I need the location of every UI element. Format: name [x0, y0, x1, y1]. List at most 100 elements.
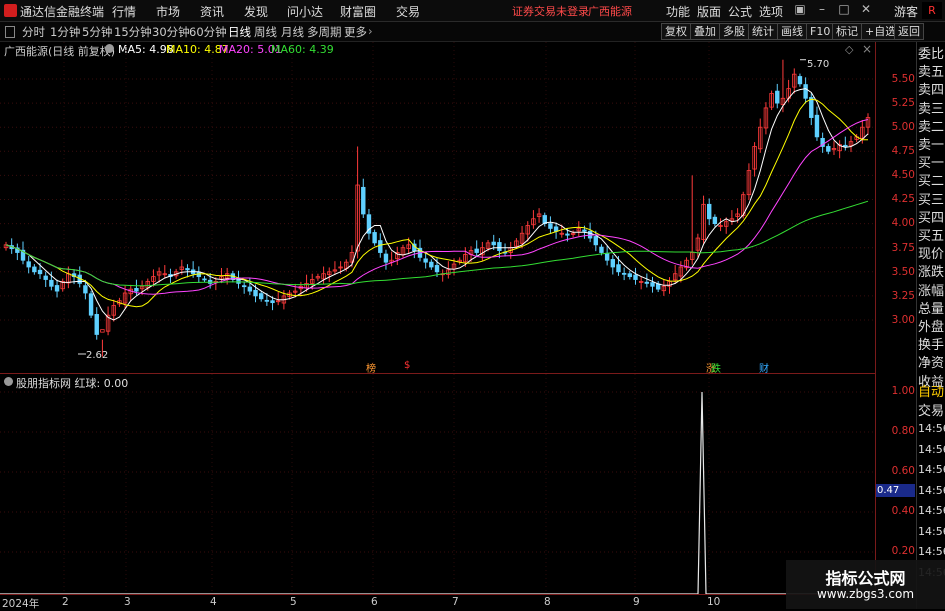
stock-name-notice: 广西能源 — [588, 5, 632, 18]
period-monthly[interactable]: 月线 — [281, 24, 304, 40]
period-1min[interactable]: 1分钟 — [50, 24, 80, 40]
menu-assistant[interactable]: 问小达 — [287, 3, 323, 20]
candle-body — [627, 273, 633, 278]
period-more[interactable]: 更多 — [344, 24, 367, 40]
maximize-icon[interactable]: □ — [836, 2, 852, 18]
side-panel-label: 卖三 — [918, 101, 945, 117]
event-marker[interactable]: 财 — [759, 360, 769, 375]
side-panel-label: 卖四 — [918, 83, 945, 99]
close-icon[interactable]: ✕ — [858, 2, 874, 18]
overlay-button[interactable]: 叠加 — [690, 23, 720, 40]
side-panel-label: 总量 — [918, 301, 945, 317]
menu-market[interactable]: 市场 — [156, 3, 180, 20]
candle-body — [610, 259, 616, 268]
indicator-y-tick: 0.80 — [891, 425, 915, 437]
period-15min[interactable]: 15分钟 — [114, 24, 152, 40]
period-daily[interactable]: 日线 — [228, 24, 251, 40]
adjust-button[interactable]: 复权 — [661, 23, 691, 40]
guest-label[interactable]: 游客 — [894, 3, 918, 20]
draw-line-button[interactable]: 画线 — [777, 23, 807, 40]
menu-trade[interactable]: 交易 — [396, 3, 420, 20]
candle-body — [826, 146, 831, 152]
minimize-icon[interactable]: – — [814, 2, 830, 18]
side-panel-label: 14:56 — [918, 504, 945, 517]
side-panel-label: 买二 — [918, 174, 945, 190]
side-panel-label: 买三 — [918, 192, 945, 208]
candle-body — [809, 97, 814, 118]
candle-body — [185, 268, 190, 271]
event-marker[interactable]: 榜 — [366, 360, 376, 375]
candle-body — [49, 279, 54, 287]
y-tick: 3.25 — [891, 290, 915, 302]
y-tick: 4.75 — [891, 145, 915, 157]
candle-body — [616, 264, 621, 273]
price-chart[interactable] — [0, 42, 876, 594]
candle-body — [474, 248, 479, 253]
period-weekly[interactable]: 周线 — [254, 24, 277, 40]
side-panel-label: 14:56 — [918, 463, 945, 476]
y-tick: 4.00 — [891, 217, 915, 229]
candle-body — [383, 253, 389, 263]
menu-formula[interactable]: 公式 — [728, 3, 752, 20]
y-tick: 5.50 — [891, 73, 915, 85]
side-panel-label: 14:56 — [918, 483, 945, 497]
login-notice[interactable]: 证券交易未登录 — [512, 3, 589, 19]
time-tick: 10 — [707, 596, 721, 608]
period-60min[interactable]: 60分钟 — [189, 24, 227, 40]
menu-quotes[interactable]: 行情 — [112, 3, 136, 20]
time-tick: 7 — [452, 596, 459, 608]
f10-button[interactable]: F10 — [806, 23, 835, 40]
side-panel-label: 14:56 — [918, 442, 945, 456]
candle-body — [88, 293, 94, 316]
time-tick: 6 — [371, 596, 378, 608]
time-tick: 5 — [290, 596, 297, 608]
period-multi[interactable]: 多周期 — [307, 24, 342, 40]
skin-icon[interactable]: ▣ — [792, 2, 808, 18]
candle-body — [644, 281, 650, 284]
side-panel-label: 卖五 — [918, 65, 945, 81]
side-panel-label: 买五 — [918, 229, 945, 244]
menu-bar: 通达信金融终端 行情 市场 资讯 发现 问小达 财富圈 交易 证券交易未登录 广… — [0, 0, 945, 22]
axis-divider — [875, 42, 876, 595]
indicator-line — [0, 391, 876, 594]
y-tick: 3.50 — [891, 266, 915, 278]
candle-body — [650, 282, 655, 287]
side-panel-label: 净资 — [918, 356, 945, 372]
mark-button[interactable]: 标记 — [832, 23, 862, 40]
menu-layout[interactable]: 版面 — [697, 3, 721, 20]
time-tick: 8 — [544, 596, 551, 608]
indicator-y-tick: 0.60 — [891, 465, 915, 477]
back-button[interactable]: 返回 — [894, 23, 924, 40]
candle-body — [429, 261, 434, 268]
chevron-right-icon[interactable]: › — [368, 24, 373, 38]
side-panel-label[interactable]: 自动 — [918, 384, 945, 402]
panel-toggle-icon[interactable] — [5, 26, 15, 38]
indicator-settings-icon[interactable] — [4, 377, 13, 386]
y-tick: 4.25 — [891, 193, 915, 205]
y-tick: 5.00 — [891, 121, 915, 133]
menu-wealth[interactable]: 财富圈 — [340, 3, 376, 20]
side-panel-label: 买四 — [918, 210, 945, 226]
candle-body — [134, 287, 139, 292]
candle-body — [423, 258, 428, 263]
y-tick: 3.00 — [891, 314, 915, 326]
menu-news[interactable]: 资讯 — [200, 3, 224, 20]
candle-body — [803, 84, 808, 99]
period-30min[interactable]: 30分钟 — [152, 24, 190, 40]
menu-options[interactable]: 选项 — [759, 3, 783, 20]
event-marker[interactable]: 跌 — [711, 360, 721, 375]
menu-discover[interactable]: 发现 — [244, 3, 268, 20]
y-tick: 4.50 — [891, 169, 915, 181]
watermark-title: 指标公式网 — [825, 569, 906, 588]
statistics-button[interactable]: 统计 — [748, 23, 778, 40]
time-tick: 2 — [62, 596, 69, 608]
side-panel-label: 14:56 — [918, 545, 945, 558]
event-marker[interactable]: $ — [404, 360, 410, 371]
r-badge-icon[interactable]: R — [922, 2, 942, 19]
menu-function[interactable]: 功能 — [666, 3, 690, 20]
period-5min[interactable]: 5分钟 — [82, 24, 112, 40]
multi-stock-button[interactable]: 多股 — [719, 23, 749, 40]
candle-body — [54, 285, 60, 292]
period-timeshare[interactable]: 分时 — [22, 24, 45, 40]
side-panel-label[interactable]: 交易 — [918, 403, 945, 421]
